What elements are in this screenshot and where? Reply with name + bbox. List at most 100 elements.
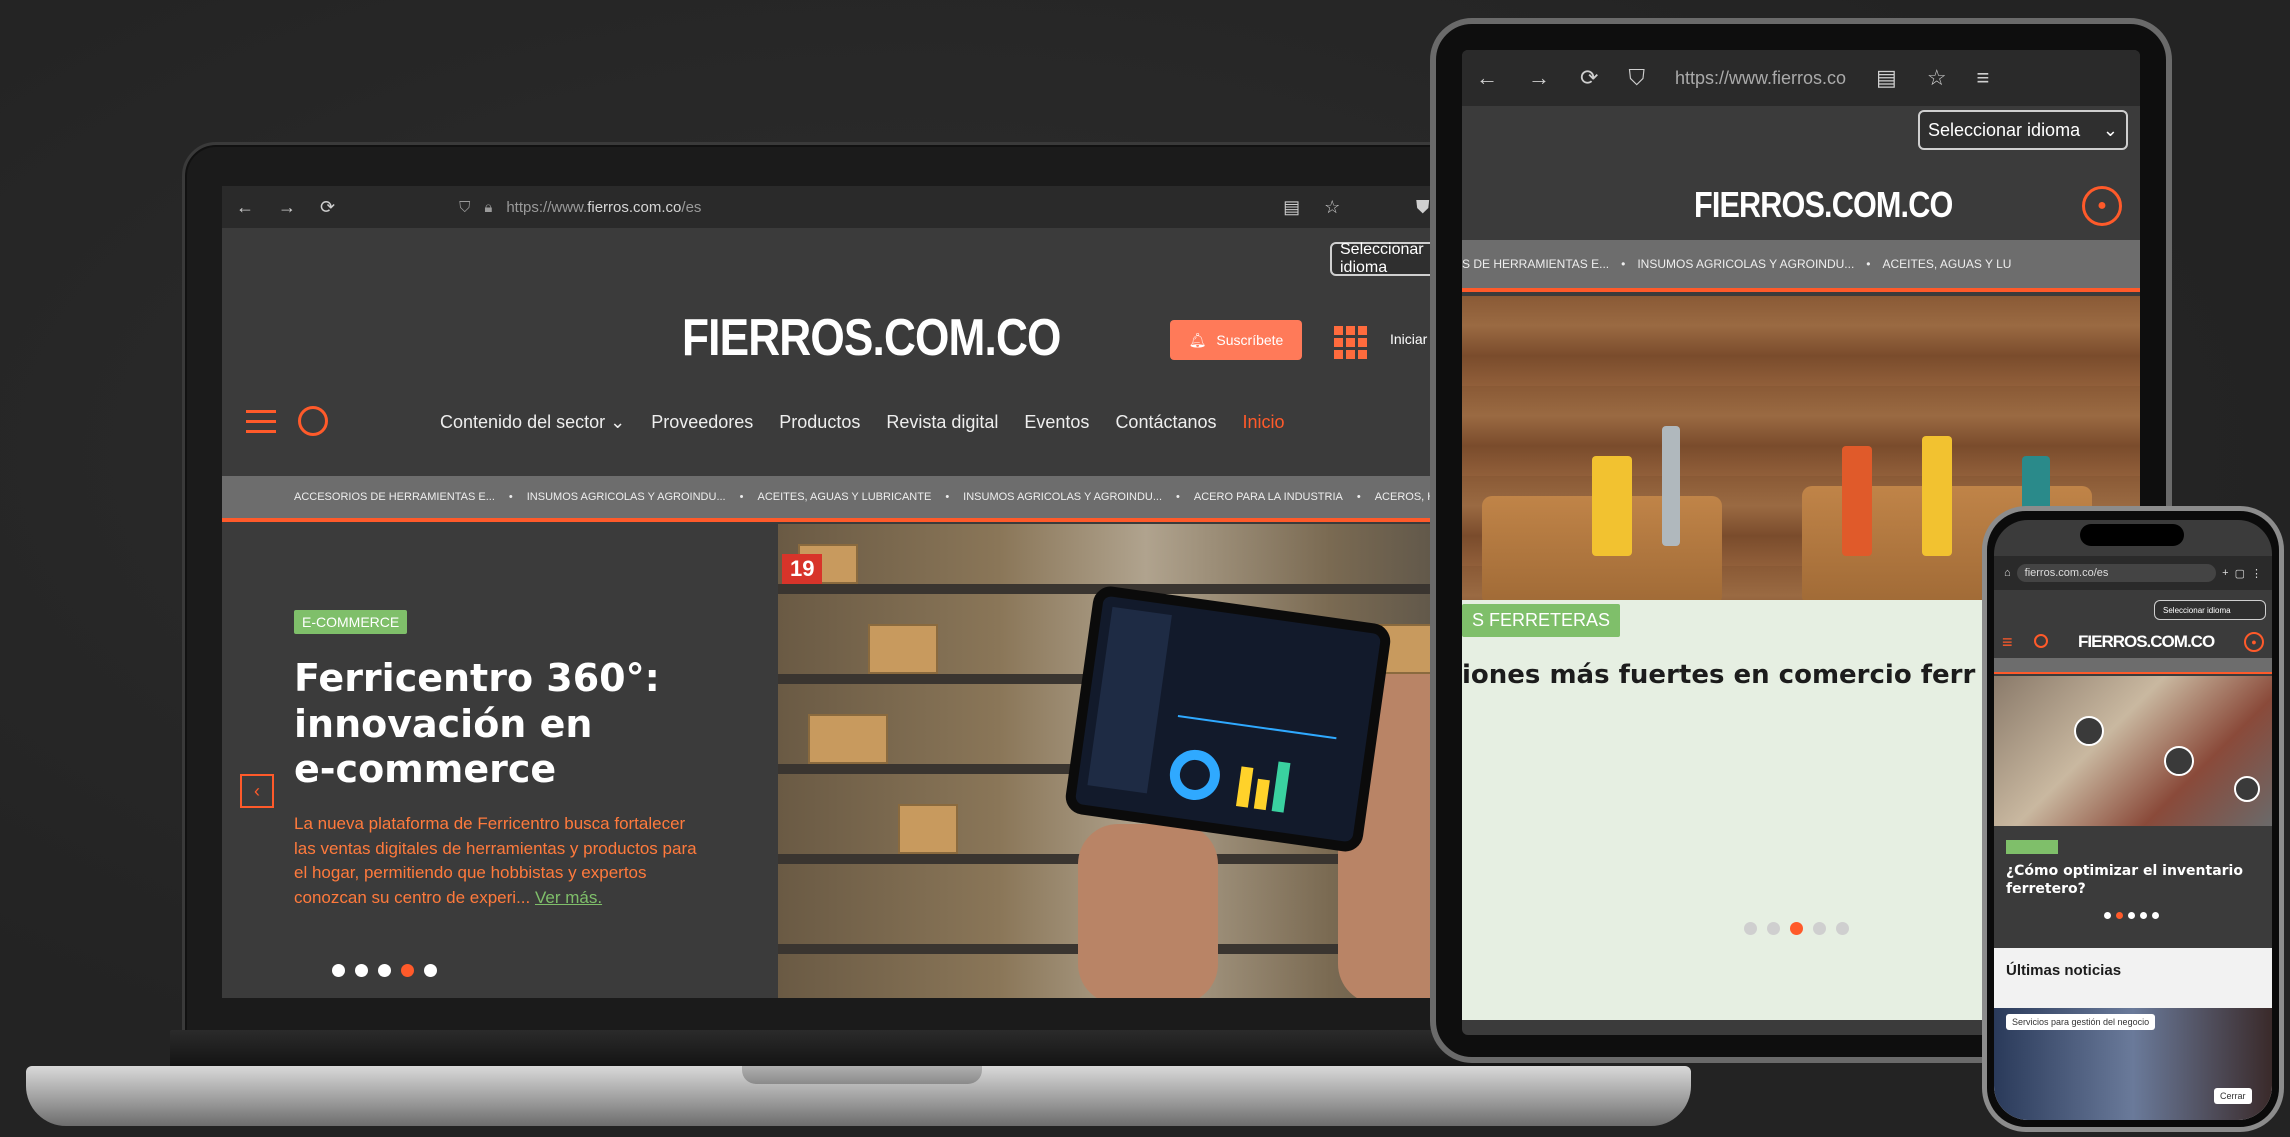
menu-icon[interactable]: ⋮: [2251, 567, 2262, 580]
carousel-dot[interactable]: [1767, 922, 1780, 935]
back-icon[interactable]: ←: [1476, 65, 1498, 91]
user-icon[interactable]: ●: [2244, 632, 2264, 652]
reader-icon[interactable]: ▤: [1283, 197, 1300, 218]
ticker-item[interactable]: S DE HERRAMIENTAS E...: [1462, 257, 1609, 271]
bookmark-star-icon[interactable]: ☆: [1927, 65, 1947, 91]
carousel-dot[interactable]: [1744, 922, 1757, 935]
phone-dynamic-island: [2080, 524, 2184, 546]
hero-description: La nueva plataforma de Ferricentro busca…: [294, 812, 704, 911]
forward-icon[interactable]: →: [1528, 65, 1550, 91]
home-icon[interactable]: ⌂: [2004, 567, 2011, 579]
carousel-dot[interactable]: [378, 964, 391, 977]
category-tag[interactable]: E-COMMERCE: [294, 610, 408, 634]
nav-item-inicio[interactable]: Inicio: [1243, 412, 1285, 433]
chevron-down-icon: ⌄: [610, 412, 626, 432]
forward-icon[interactable]: →: [278, 197, 296, 218]
laptop-hinge: [170, 1030, 1570, 1070]
hero-image: 19 17: [778, 524, 1514, 998]
carousel-dot[interactable]: [2128, 912, 2135, 919]
carousel-dots: [332, 964, 437, 977]
tablet-browser-toolbar: ← → ⟳ ⛉ https://www.fierros.co ▤ ☆ ≡: [1462, 50, 2140, 106]
nav-item-contenido[interactable]: Contenido del sector ⌄: [440, 412, 625, 433]
site-logo[interactable]: FIERROS.COM.CO: [2078, 632, 2215, 652]
hero-title-line: Ferricentro 360°:: [294, 656, 660, 700]
nav-item-contactanos[interactable]: Contáctanos: [1115, 412, 1216, 433]
language-select[interactable]: Seleccionar idioma: [2154, 600, 2266, 620]
phone-headline[interactable]: ¿Cómo optimizar el inventario ferretero?: [2006, 862, 2256, 898]
carousel-dot-active[interactable]: [1790, 922, 1803, 935]
language-select-label: Seleccionar idioma: [2163, 605, 2231, 615]
ticker-item[interactable]: ACEITES, AGUAS Y LUBRICANTE: [757, 491, 931, 503]
carousel-prev-button[interactable]: ‹: [240, 774, 274, 808]
hero-title-line: e-commerce: [294, 747, 557, 792]
carousel-dot[interactable]: [1813, 922, 1826, 935]
ticker-item[interactable]: ACERO PARA LA INDUSTRIA: [1194, 491, 1343, 503]
nav-item-revista[interactable]: Revista digital: [886, 412, 998, 433]
carousel-dot[interactable]: [2152, 912, 2159, 919]
hand-image: [1078, 824, 1218, 998]
ticker-item[interactable]: INSUMOS AGRICOLAS Y AGROINDU...: [1637, 257, 1854, 271]
nav-item-eventos[interactable]: Eventos: [1024, 412, 1089, 433]
section-title: Últimas noticias: [2006, 962, 2122, 979]
carousel-dot[interactable]: [2140, 912, 2147, 919]
hamburger-icon[interactable]: ≡: [2002, 632, 2013, 653]
nav-item-productos[interactable]: Productos: [779, 412, 860, 433]
carousel-dot-active[interactable]: [401, 964, 414, 977]
carousel-dot[interactable]: [1836, 922, 1849, 935]
subscribe-label: Suscríbete: [1216, 332, 1284, 348]
tablet-headline[interactable]: iones más fuertes en comercio ferr: [1462, 660, 1975, 690]
ticker-item[interactable]: INSUMOS AGRICOLAS Y AGROINDU...: [963, 491, 1162, 503]
back-icon[interactable]: ←: [236, 197, 254, 218]
shelf-number-tag: 19: [782, 554, 823, 584]
browser-toolbar: ← → ⟳ ⛉ 🔒︎ https://www.fierros.com.co/es…: [222, 186, 1514, 228]
bell-icon: 🔔︎: [1188, 331, 1207, 348]
url-text: https://www.fierros.com.co/es: [506, 198, 702, 216]
bookmark-star-icon[interactable]: ☆: [1324, 197, 1340, 218]
close-button[interactable]: Cerrar: [2214, 1088, 2252, 1104]
url-text[interactable]: fierros.com.co/es: [2016, 564, 2217, 582]
carousel-dot[interactable]: [2104, 912, 2111, 919]
tabs-icon[interactable]: ▢: [2235, 567, 2245, 580]
subscribe-button[interactable]: 🔔︎ Suscríbete: [1170, 320, 1302, 360]
new-tab-icon[interactable]: +: [2222, 567, 2228, 579]
ticker-item[interactable]: INSUMOS AGRICOLAS Y AGROINDU...: [527, 491, 726, 503]
address-bar[interactable]: ⛉ 🔒︎ https://www.fierros.com.co/es: [459, 199, 1219, 216]
hero-title-line: innovación en: [294, 701, 593, 746]
language-select[interactable]: Seleccionar idioma ⌄: [1918, 110, 2128, 150]
nav-item-proveedores[interactable]: Proveedores: [651, 412, 753, 433]
pocket-icon[interactable]: ⛊: [1416, 197, 1430, 218]
user-icon[interactable]: ●: [2082, 186, 2122, 226]
latest-news-panel: Últimas noticias Servicios para gestión …: [1994, 948, 2272, 1120]
phone-tag[interactable]: [2006, 840, 2058, 854]
laptop-notch: [742, 1066, 982, 1084]
chevron-down-icon: ⌄: [2102, 119, 2118, 140]
reload-icon[interactable]: ⟳: [320, 197, 335, 218]
read-more-link[interactable]: Ver más.: [535, 888, 602, 907]
hero-description-text: La nueva plataforma de Ferricentro busca…: [294, 814, 697, 907]
reader-icon[interactable]: ▤: [1876, 65, 1897, 91]
category-tag[interactable]: S FERRETERAS: [1462, 604, 1621, 637]
search-icon[interactable]: [298, 406, 328, 436]
carousel-dot-active[interactable]: [2116, 912, 2123, 919]
carousel-dot[interactable]: [355, 964, 368, 977]
service-pill[interactable]: Servicios para gestión del negocio: [2006, 1014, 2156, 1030]
ticker-item[interactable]: ACEITES, AGUAS Y LU: [1883, 257, 2012, 271]
carousel-dot[interactable]: [332, 964, 345, 977]
carousel-dots: [1744, 922, 1849, 935]
hamburger-icon[interactable]: [246, 410, 276, 433]
mockup-stage: ← → ⟳ ⛉ 🔒︎ https://www.fierros.com.co/es…: [0, 0, 2290, 1137]
category-ticker: S DE HERRAMIENTAS E... • INSUMOS AGRICOLA…: [1462, 240, 2140, 292]
hero-title[interactable]: Ferricentro 360°: innovación en e-commer…: [294, 656, 660, 793]
language-select-label: Seleccionar idioma: [1928, 119, 2081, 140]
laptop-screen: ← → ⟳ ⛉ 🔒︎ https://www.fierros.com.co/es…: [222, 186, 1514, 998]
site-logo[interactable]: FIERROS.COM.CO: [682, 308, 1061, 368]
ticker-item[interactable]: ACCESORIOS DE HERRAMIENTAS E...: [294, 491, 495, 503]
apps-grid-icon[interactable]: [1334, 326, 1367, 359]
url-text[interactable]: https://www.fierros.co: [1675, 68, 1846, 89]
search-icon[interactable]: [2034, 634, 2048, 648]
carousel-dot[interactable]: [424, 964, 437, 977]
site-logo[interactable]: FIERROS.COM.CO: [1694, 184, 1953, 226]
reload-icon[interactable]: ⟳: [1580, 65, 1598, 91]
menu-icon[interactable]: ≡: [1977, 65, 1990, 91]
shield-icon: ⛉: [1628, 65, 1645, 90]
